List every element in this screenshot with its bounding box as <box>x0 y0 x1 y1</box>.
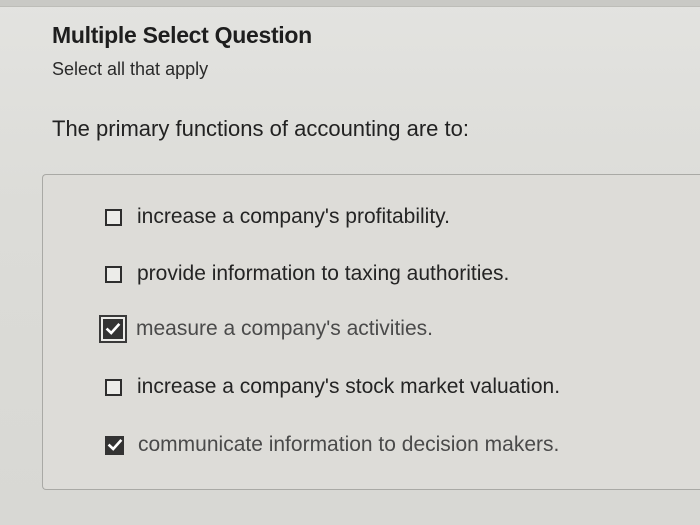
answer-option-label: measure a company's activities. <box>136 317 433 340</box>
answer-options-panel: increase a company's profitability. prov… <box>42 174 700 490</box>
question-type-title: Multiple Select Question <box>52 22 312 48</box>
checkmark-icon <box>103 319 123 339</box>
answer-option-label: provide information to taxing authoritie… <box>137 262 510 285</box>
question-header: Multiple Select Question Select all that… <box>52 22 312 80</box>
checkbox-empty-icon[interactable] <box>105 208 122 226</box>
checkmark-icon[interactable] <box>105 435 124 455</box>
answer-option-label: communicate information to decision make… <box>138 433 560 456</box>
checkbox-empty-icon[interactable] <box>105 378 122 396</box>
answer-option-label: increase a company's profitability. <box>137 205 450 228</box>
answer-option-2[interactable]: provide information to taxing authoritie… <box>105 262 509 286</box>
answer-option-5[interactable]: communicate information to decision make… <box>105 433 559 457</box>
answer-option-label: increase a company's stock market valuat… <box>137 375 561 398</box>
question-prompt: The primary functions of accounting are … <box>52 116 469 141</box>
checkbox-empty-icon[interactable] <box>105 265 122 283</box>
answer-option-1[interactable]: increase a company's profitability. <box>105 205 450 229</box>
answer-option-4[interactable]: increase a company's stock market valuat… <box>105 375 560 399</box>
question-instruction: Select all that apply <box>52 59 209 79</box>
checkbox-checked[interactable] <box>99 315 127 343</box>
quiz-screen: Multiple Select Question Select all that… <box>0 0 700 525</box>
top-border <box>0 0 700 7</box>
answer-option-3[interactable]: measure a company's activities. <box>99 315 433 343</box>
